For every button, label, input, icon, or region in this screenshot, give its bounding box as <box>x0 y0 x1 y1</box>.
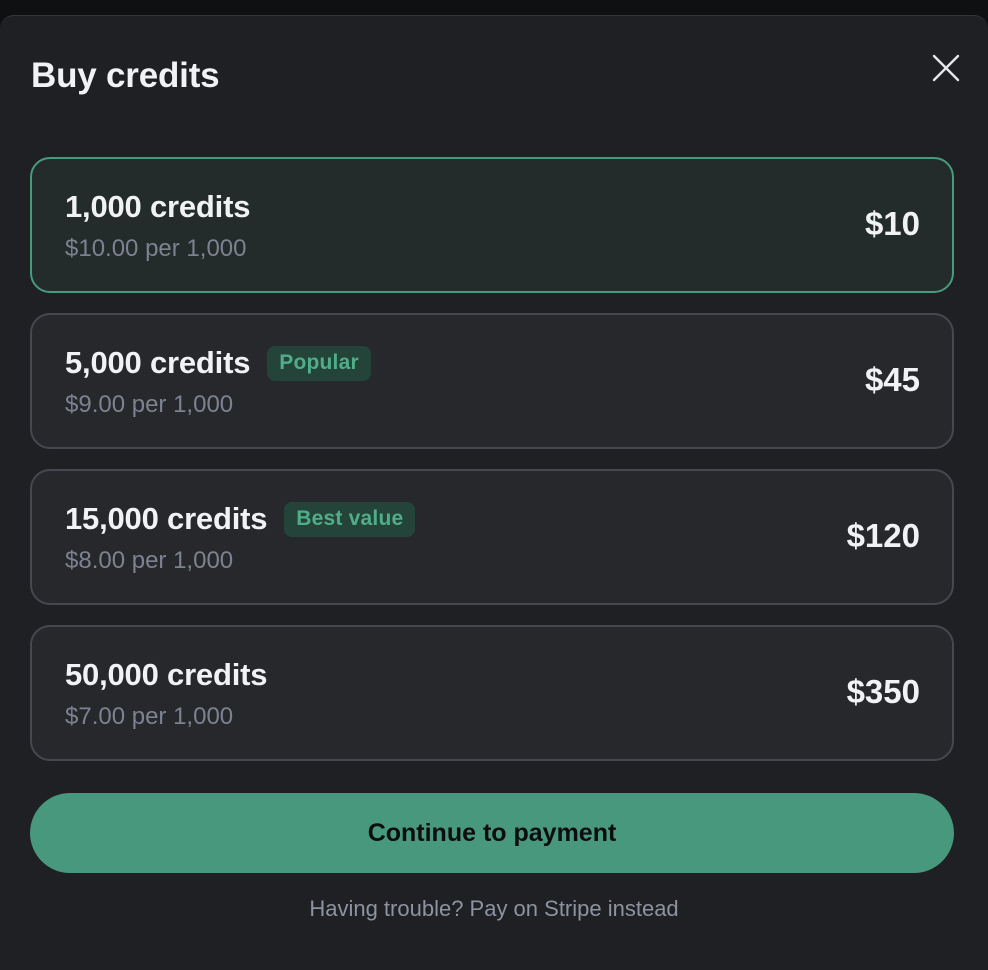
credit-option-header: 5,000 credits Popular <box>65 345 371 381</box>
credit-option-5000[interactable]: 5,000 credits Popular $9.00 per 1,000 $4… <box>30 313 954 449</box>
credit-option-unit-price: $7.00 per 1,000 <box>65 703 234 730</box>
close-icon <box>932 54 960 82</box>
popular-badge: Popular <box>267 345 371 381</box>
credit-option-price: $350 <box>846 673 920 710</box>
credit-option-15000[interactable]: 15,000 credits Best value $8.00 per 1,00… <box>30 469 954 605</box>
credit-option-name: 15,000 credits <box>65 501 268 536</box>
credit-option-name: 50,000 credits <box>65 657 268 692</box>
credit-option-price: $120 <box>846 517 920 554</box>
credit-option-price: $10 <box>864 205 920 242</box>
close-button[interactable] <box>926 48 966 88</box>
credit-option-1000[interactable]: 1,000 credits $10.00 per 1,000 $10 <box>30 157 954 293</box>
credit-options-list: 1,000 credits $10.00 per 1,000 $10 5,000… <box>30 157 954 781</box>
buy-credits-dialog: Buy credits 1,000 credits $10.00 per 1,0… <box>0 15 988 970</box>
best-value-badge: Best value <box>284 501 416 537</box>
credit-option-unit-price: $10.00 per 1,000 <box>65 235 247 262</box>
credit-option-unit-price: $9.00 per 1,000 <box>65 391 234 418</box>
credit-option-unit-price: $8.00 per 1,000 <box>65 547 234 574</box>
credit-option-header: 1,000 credits <box>65 189 250 225</box>
credit-option-header: 50,000 credits <box>65 657 267 693</box>
credit-option-name: 1,000 credits <box>65 189 251 224</box>
credit-option-50000[interactable]: 50,000 credits $7.00 per 1,000 $350 <box>30 625 954 761</box>
credit-option-price: $45 <box>864 361 920 398</box>
dialog-title: Buy credits <box>31 56 220 95</box>
credit-option-header: 15,000 credits Best value <box>65 501 416 537</box>
pay-on-stripe-link[interactable]: Having trouble? Pay on Stripe instead <box>0 896 988 922</box>
credit-option-name: 5,000 credits <box>65 345 251 380</box>
continue-to-payment-button[interactable]: Continue to payment <box>30 793 954 873</box>
